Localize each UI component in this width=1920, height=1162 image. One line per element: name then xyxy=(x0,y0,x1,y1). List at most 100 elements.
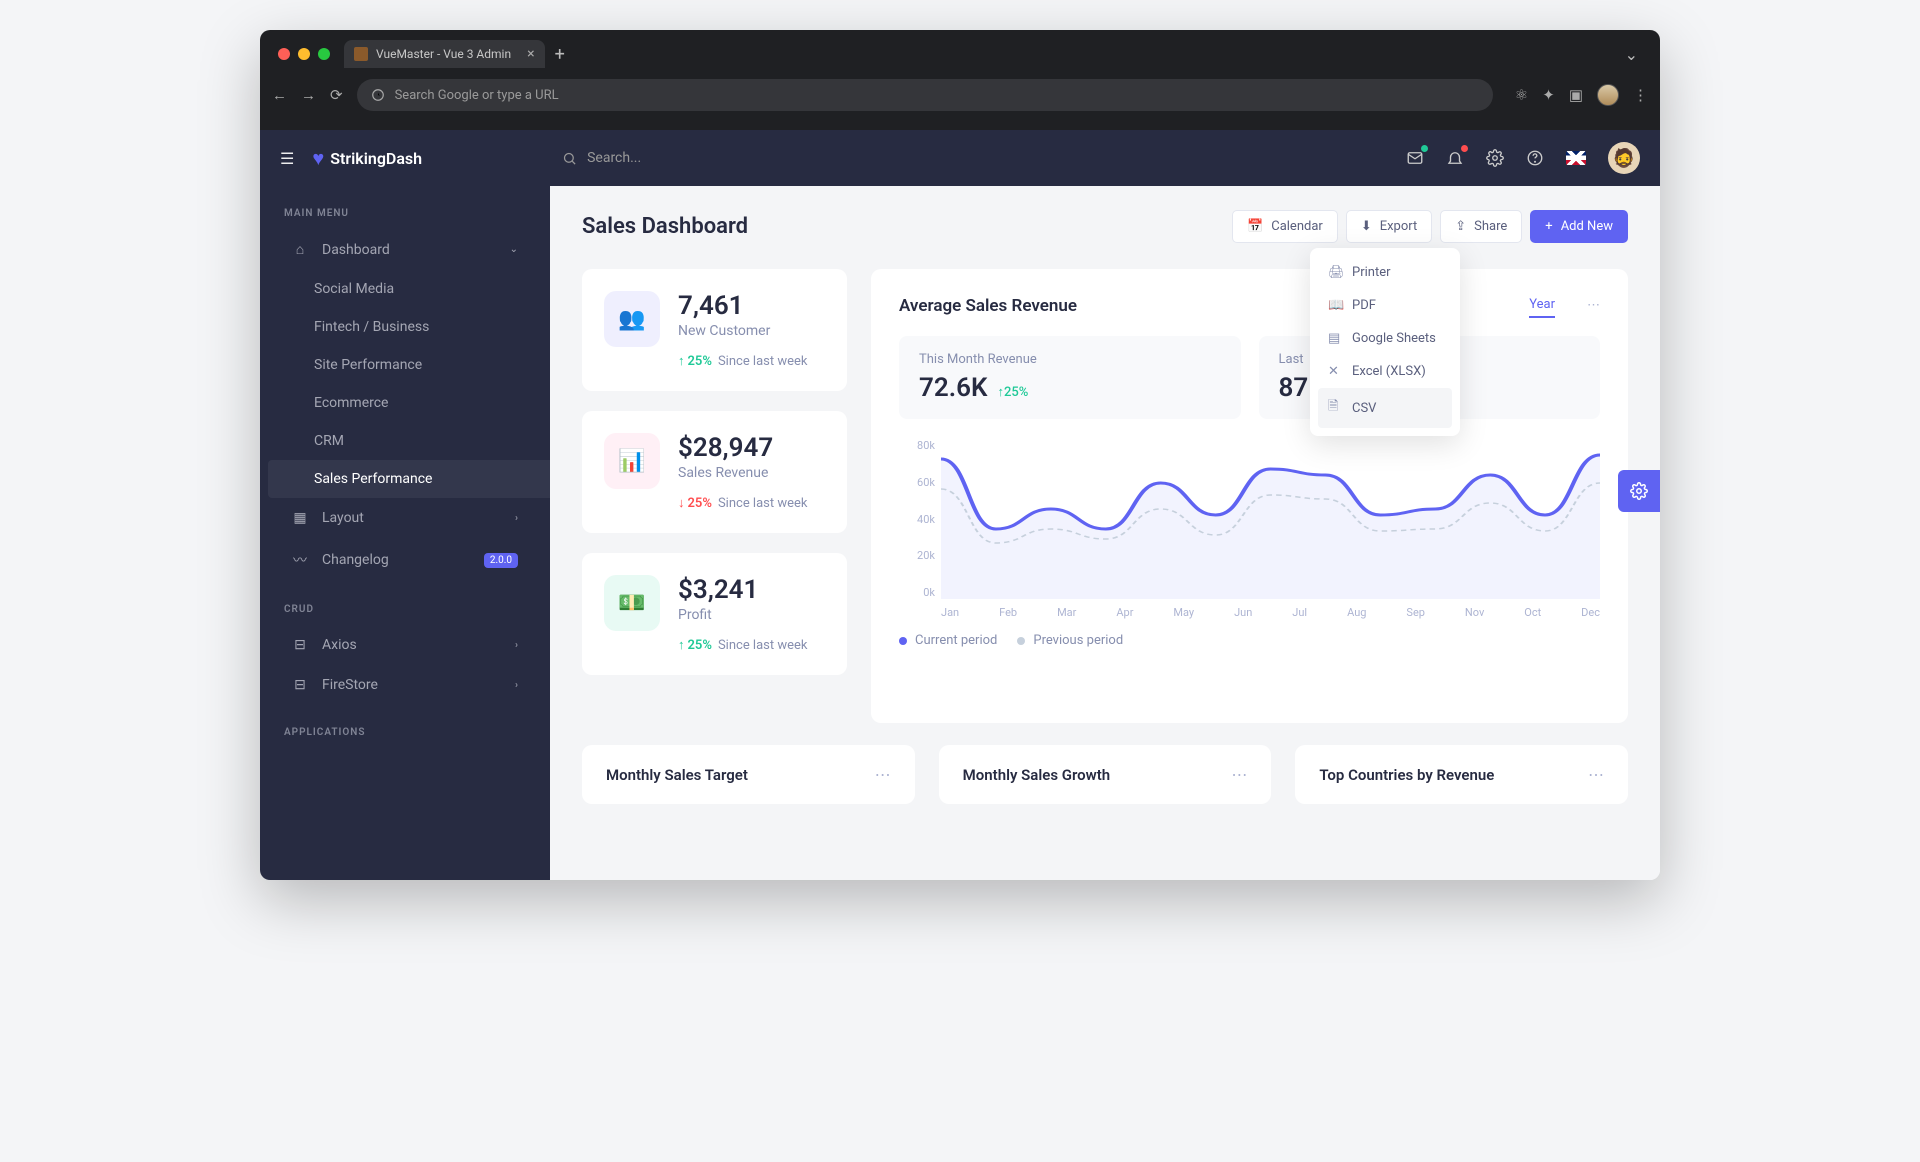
book-icon: 📖 xyxy=(1328,298,1342,313)
bell-icon[interactable] xyxy=(1446,149,1464,167)
more-icon[interactable]: ⋯ xyxy=(1588,765,1604,784)
sidebar-item-social-media[interactable]: Social Media xyxy=(314,270,550,308)
chevron-down-icon: ⌄ xyxy=(510,244,518,255)
new-tab-button[interactable]: + xyxy=(555,44,565,65)
sidebar-item-fintech[interactable]: Fintech / Business xyxy=(314,308,550,346)
database-icon: ⊟ xyxy=(292,677,308,693)
stat-card-profit: 💵 $3,241 Profit ↑25% Since last week xyxy=(582,553,847,675)
react-devtools-icon[interactable]: ⚛ xyxy=(1515,86,1528,104)
sidebar-section-apps: APPLICATIONS xyxy=(260,705,550,748)
settings-icon[interactable] xyxy=(1486,149,1504,167)
window-close[interactable] xyxy=(278,48,290,60)
chevron-right-icon: › xyxy=(515,680,518,691)
share-icon: ⇪ xyxy=(1455,219,1466,234)
browser-menu-icon[interactable]: ⋮ xyxy=(1633,86,1648,104)
stat-value: 7,461 xyxy=(678,291,808,321)
x-icon: ✕ xyxy=(1328,364,1342,379)
card-title: Average Sales Revenue xyxy=(899,296,1077,316)
home-icon: ⌂ xyxy=(292,241,308,258)
activity-icon: 〰 xyxy=(292,550,308,570)
stat-label: Sales Revenue xyxy=(678,465,808,481)
export-button[interactable]: ⬇ Export xyxy=(1346,210,1432,243)
stat-value: $28,947 xyxy=(678,433,808,463)
address-bar[interactable]: Search Google or type a URL xyxy=(357,79,1493,111)
sidebar-item-ecommerce[interactable]: Ecommerce xyxy=(314,384,550,422)
language-flag-icon[interactable] xyxy=(1566,151,1586,165)
user-avatar[interactable]: 🧔 xyxy=(1608,142,1640,174)
mail-icon[interactable] xyxy=(1406,149,1424,167)
sidebar-item-firestore[interactable]: ⊟ FireStore › xyxy=(268,665,542,705)
calendar-button[interactable]: 📅 Calendar xyxy=(1232,210,1338,243)
add-new-button[interactable]: + Add New xyxy=(1530,210,1628,243)
revenue-chart: 80k 60k 40k 20k 0k JanFeb xyxy=(899,439,1600,619)
export-xlsx[interactable]: ✕Excel (XLSX) xyxy=(1318,355,1452,388)
browser-profile-avatar[interactable] xyxy=(1597,84,1619,106)
stat-trend: ↑25% xyxy=(678,637,712,653)
sidebar-section-main: MAIN MENU xyxy=(260,186,550,229)
more-icon[interactable]: ⋯ xyxy=(875,765,891,784)
sheets-icon: ▤ xyxy=(1328,331,1342,346)
panel-icon[interactable]: ▣ xyxy=(1569,86,1583,104)
avg-revenue-card: Average Sales Revenue Year ⋯ This Month … xyxy=(871,269,1628,723)
chart-icon: 📊 xyxy=(604,433,660,489)
nav-reload-icon[interactable]: ⟳ xyxy=(330,86,343,104)
layout-icon: ▦ xyxy=(292,510,308,526)
sidebar-item-dashboard[interactable]: ⌂ Dashboard ⌄ xyxy=(268,229,542,270)
chart-y-axis: 80k 60k 40k 20k 0k xyxy=(899,439,935,599)
users-icon: 👥 xyxy=(604,291,660,347)
help-icon[interactable] xyxy=(1526,149,1544,167)
stat-trend: ↑25% xyxy=(678,353,712,369)
printer-icon: 🖨 xyxy=(1328,265,1342,280)
this-month-box: This Month Revenue 72.6K↑25% xyxy=(899,336,1241,419)
nav-back-icon[interactable]: ← xyxy=(272,86,287,104)
google-icon xyxy=(371,88,385,102)
card-monthly-target: Monthly Sales Target⋯ xyxy=(582,745,915,804)
tab-favicon xyxy=(354,47,368,61)
stat-label: Profit xyxy=(678,607,808,623)
card-top-countries: Top Countries by Revenue⋯ xyxy=(1295,745,1628,804)
window-minimize[interactable] xyxy=(298,48,310,60)
export-sheets[interactable]: ▤Google Sheets xyxy=(1318,322,1452,355)
more-icon[interactable]: ⋯ xyxy=(1587,294,1600,317)
global-search[interactable]: Search... xyxy=(562,150,641,166)
search-placeholder: Search... xyxy=(587,150,641,166)
nav-forward-icon[interactable]: → xyxy=(301,86,316,104)
brand-name: StrikingDash xyxy=(330,149,422,168)
more-icon[interactable]: ⋯ xyxy=(1231,765,1247,784)
tab-year[interactable]: Year xyxy=(1529,293,1555,318)
legend-current: Current period xyxy=(899,633,997,648)
search-icon xyxy=(562,151,577,166)
sidebar-item-axios[interactable]: ⊟ Axios › xyxy=(268,625,542,665)
sidebar-item-changelog[interactable]: 〰 Changelog 2.0.0 xyxy=(268,538,542,582)
cash-icon: 💵 xyxy=(604,575,660,631)
extensions-icon[interactable]: ✦ xyxy=(1542,86,1555,104)
url-placeholder: Search Google or type a URL xyxy=(395,88,559,103)
browser-tab-bar: VueMaster - Vue 3 Admin × + ⌄ xyxy=(260,30,1660,70)
file-icon: 🗎 xyxy=(1328,397,1342,419)
chart-x-axis: JanFebMarAprMayJunJulAugSepNovOctDec xyxy=(941,606,1600,619)
logo-mark-icon: ♥ xyxy=(312,146,324,171)
export-csv[interactable]: 🗎CSV xyxy=(1318,388,1452,428)
chevron-right-icon: › xyxy=(515,513,518,524)
plus-icon: + xyxy=(1545,219,1552,234)
browser-tab[interactable]: VueMaster - Vue 3 Admin × xyxy=(344,40,545,68)
sidebar-item-sales-performance[interactable]: Sales Performance xyxy=(314,460,550,498)
stat-label: New Customer xyxy=(678,323,808,339)
sidebar-item-layout[interactable]: ▦ Layout › xyxy=(268,498,542,538)
sidebar-item-crm[interactable]: CRM xyxy=(314,422,550,460)
window-maximize[interactable] xyxy=(318,48,330,60)
sidebar-item-site-performance[interactable]: Site Performance xyxy=(314,346,550,384)
export-printer[interactable]: 🖨Printer xyxy=(1318,256,1452,289)
tabs-overflow-icon[interactable]: ⌄ xyxy=(1625,45,1638,64)
stat-card-sales-revenue: 📊 $28,947 Sales Revenue ↓25% Since last … xyxy=(582,411,847,533)
export-pdf[interactable]: 📖PDF xyxy=(1318,289,1452,322)
share-button[interactable]: ⇪ Share xyxy=(1440,210,1522,243)
card-monthly-growth: Monthly Sales Growth⋯ xyxy=(939,745,1272,804)
calendar-icon: 📅 xyxy=(1247,219,1263,234)
theme-settings-button[interactable] xyxy=(1618,470,1660,512)
sidebar-toggle-icon[interactable]: ☰ xyxy=(280,149,294,168)
brand-logo[interactable]: ♥ StrikingDash xyxy=(312,146,422,171)
sidebar-section-crud: CRUD xyxy=(260,582,550,625)
stat-trend: ↓25% xyxy=(678,495,712,511)
tab-close-icon[interactable]: × xyxy=(527,46,534,62)
